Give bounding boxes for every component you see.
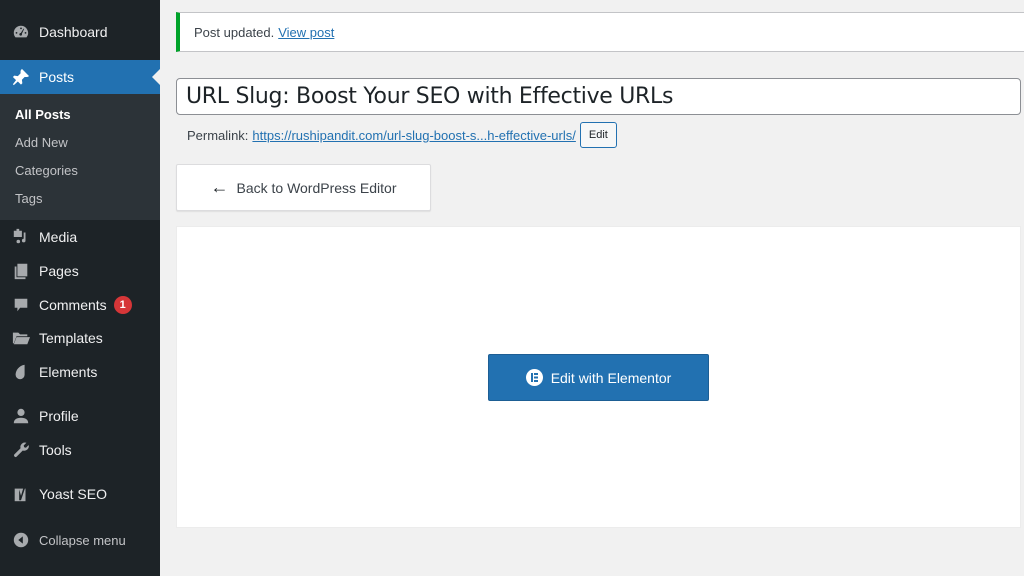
permalink-edit-button[interactable]: Edit <box>579 122 617 148</box>
sidebar-item-comments[interactable]: Comments 1 <box>0 288 160 322</box>
yoast-icon <box>11 484 31 504</box>
back-to-wordpress-editor-button[interactable]: ← Back to WordPress Editor <box>176 164 431 211</box>
sidebar-item-label: Elements <box>39 364 98 380</box>
sidebar-item-tools[interactable]: Tools <box>0 433 160 467</box>
sidebar-item-label: Media <box>39 229 78 245</box>
sidebar-item-label: Comments <box>39 297 107 313</box>
edit-with-elementor-button[interactable]: Edit with Elementor <box>488 354 709 401</box>
pin-icon <box>11 67 31 87</box>
user-icon <box>11 406 31 426</box>
sidebar-item-posts[interactable]: Posts <box>0 60 160 94</box>
permalink-row: Permalink: https://rushipandit.com/url-s… <box>187 122 617 148</box>
sidebar-item-label: Profile <box>39 408 79 424</box>
sidebar-item-label: Yoast SEO <box>39 486 107 502</box>
collapse-icon <box>11 530 31 550</box>
sidebar-item-label: Tools <box>39 442 72 458</box>
view-post-link[interactable]: View post <box>278 25 334 40</box>
elementor-logo-icon <box>525 369 543 386</box>
dashboard-icon <box>11 22 31 42</box>
sidebar-item-label: Templates <box>39 330 103 346</box>
sidebar-item-pages[interactable]: Pages <box>0 254 160 288</box>
notice-text: Post updated. <box>194 24 275 40</box>
sidebar-item-label: Collapse menu <box>39 532 126 548</box>
post-title-input[interactable] <box>176 78 1021 115</box>
sidebar-item-yoast-seo[interactable]: Yoast SEO <box>0 477 160 511</box>
arrow-left-icon: ← <box>210 177 229 197</box>
collapse-menu-button[interactable]: Collapse menu <box>0 523 160 557</box>
submenu-item-add-new[interactable]: Add New <box>15 135 68 150</box>
comments-count-badge: 1 <box>113 296 132 314</box>
sidebar-item-label: Dashboard <box>39 24 108 40</box>
admin-sidebar: Dashboard Posts All Posts Add New Catego… <box>0 0 160 576</box>
post-updated-notice: Post updated. View post <box>176 12 1024 52</box>
sidebar-item-profile[interactable]: Profile <box>0 399 160 433</box>
posts-submenu: All Posts Add New Categories Tags <box>0 94 160 220</box>
sidebar-item-dashboard[interactable]: Dashboard <box>0 15 160 49</box>
permalink-url-link[interactable]: https://rushipandit.com/url-slug-boost-s… <box>252 128 575 143</box>
back-button-label: Back to WordPress Editor <box>236 179 397 196</box>
submenu-item-all-posts[interactable]: All Posts <box>15 107 71 122</box>
sidebar-item-label: Posts <box>39 69 75 85</box>
elementor-button-label: Edit with Elementor <box>550 369 672 386</box>
elements-icon <box>11 362 31 382</box>
pages-icon <box>11 261 31 281</box>
sidebar-item-label: Pages <box>39 263 79 279</box>
sidebar-item-media[interactable]: Media <box>0 220 160 254</box>
submenu-item-tags[interactable]: Tags <box>15 191 42 206</box>
media-icon <box>11 227 31 247</box>
sidebar-item-elements[interactable]: Elements <box>0 355 160 389</box>
active-indicator <box>152 69 160 85</box>
wrench-icon <box>11 440 31 460</box>
sidebar-item-templates[interactable]: Templates <box>0 321 160 355</box>
folder-icon <box>11 328 31 348</box>
comment-icon <box>11 295 31 315</box>
permalink-label: Permalink: <box>187 127 249 143</box>
submenu-item-categories[interactable]: Categories <box>15 163 78 178</box>
